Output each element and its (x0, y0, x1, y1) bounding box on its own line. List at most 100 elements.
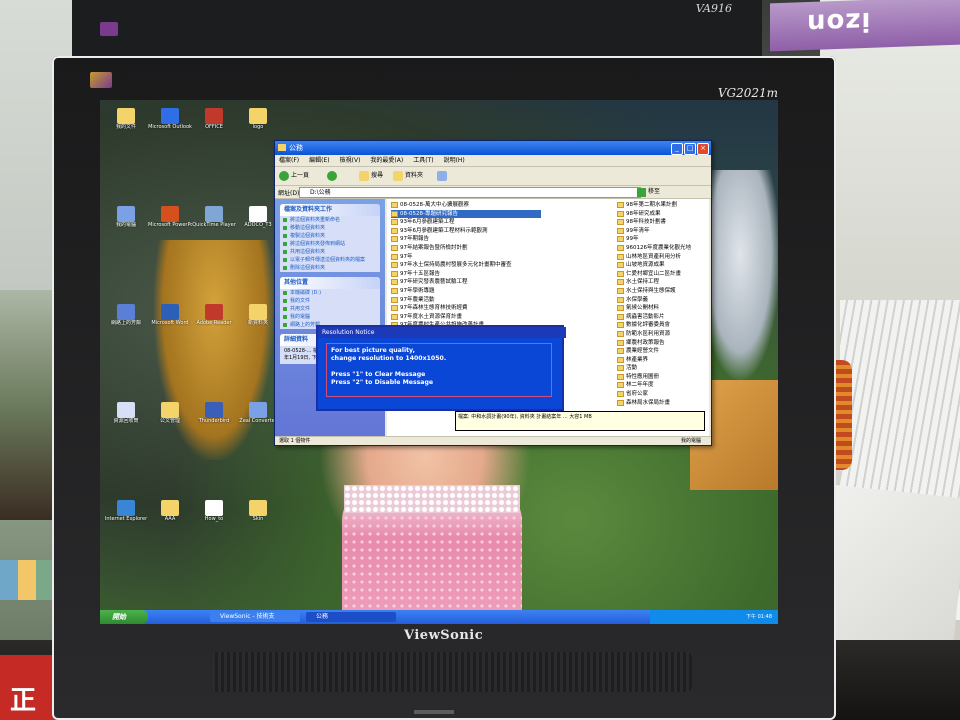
folder-item[interactable]: 水保學義 (617, 296, 709, 305)
folder-item[interactable]: 省府公家 (617, 390, 709, 399)
folder-item[interactable]: 93年6月參觀建築工程材料示範觀測 (391, 227, 541, 236)
explorer-titlebar[interactable]: 公務 _ □ × (275, 141, 711, 155)
folder-item[interactable]: 97年森林生態育林技術經費 (391, 304, 541, 313)
desktop-icon[interactable]: 我的電腦 (104, 206, 148, 228)
folder-item[interactable]: 99年清年 (617, 227, 709, 236)
desktop-icon-label: AAA (164, 516, 176, 522)
folder-item[interactable]: 08-0528-專題研究報告 (391, 209, 541, 219)
file-task-link[interactable]: 以電子郵件傳送這個資料夾的檔案 (280, 256, 380, 264)
desktop-icon[interactable]: Adobe Reader (192, 304, 236, 326)
file-task-link[interactable]: 將這個資料夾重新命名 (280, 216, 380, 224)
maximize-button[interactable]: □ (684, 143, 696, 155)
folder-item[interactable]: 97年研究發表農藝試驗工程 (391, 278, 541, 287)
start-button[interactable]: 開始 (100, 610, 148, 624)
back-monitor: VA916 (72, 0, 762, 60)
minimize-button[interactable]: _ (671, 143, 683, 155)
tooltip: 檔案: 中和水調計畫(90年), 資料夾 計畫結案年 ... 大容1 MB (455, 411, 705, 431)
folder-item[interactable]: 農業經營文件 (617, 347, 709, 356)
go-button[interactable]: 移至 (637, 187, 660, 197)
close-button[interactable]: × (697, 143, 709, 155)
folder-item[interactable]: 97年農業活動 (391, 296, 541, 305)
taskbar-item-viewsonic[interactable]: ViewSonic - 技術支 (210, 612, 300, 622)
desktop-icon[interactable]: QuickTime Player (192, 206, 236, 228)
views-button[interactable] (437, 171, 447, 181)
desktop-icon[interactable]: Microsoft Word (148, 304, 192, 326)
desktop-icon[interactable]: OFFICE (192, 108, 236, 130)
desktop-icon[interactable]: Microsoft PowerPoint (148, 206, 192, 228)
folder-item[interactable]: 山林地區資產利用分析 (617, 253, 709, 262)
desktop-icon[interactable]: 我的文件 (104, 108, 148, 130)
clock[interactable]: 下午 01:48 (746, 614, 772, 620)
desktop-icon-label: 我的電腦 (115, 222, 136, 228)
folder-item[interactable]: 數據化評審委員會 (617, 321, 709, 330)
folder-item[interactable]: 97年十五區報告 (391, 270, 541, 279)
folder-item[interactable]: 林二年年度 (617, 381, 709, 390)
folder-item[interactable]: 仁愛村鄉宜山二區計畫 (617, 270, 709, 279)
folder-item[interactable]: 97年水土保持局農村發展多元化計畫期中審查 (391, 261, 541, 270)
menu-favorites[interactable]: 我的最愛(A) (370, 155, 403, 166)
folders-icon (393, 171, 403, 181)
folder-item[interactable]: 98年第二期水果計劃 (617, 201, 709, 210)
file-tasks-title[interactable]: 檔案及資料夾工作 (280, 204, 380, 216)
folder-item[interactable]: 防範水區利用資源 (617, 330, 709, 339)
folder-item[interactable]: 特性應用圖冊 (617, 373, 709, 382)
folder-item[interactable]: 活動 (617, 364, 709, 373)
folder-item[interactable]: 氣候公開材料 (617, 304, 709, 313)
desktop-icon[interactable]: Skin (236, 500, 280, 522)
desktop-icon[interactable]: How_to (192, 500, 236, 522)
folder-item[interactable]: 水土保持工程 (617, 278, 709, 287)
desktop-icon[interactable]: 資源回收筒 (104, 402, 148, 424)
address-input[interactable]: D:\公務 (299, 187, 641, 198)
menu-view[interactable]: 檢視(V) (340, 155, 361, 166)
folder-item[interactable]: 98年研究成果 (617, 210, 709, 219)
other-place-link[interactable]: 共用文件 (280, 305, 380, 313)
folder-item[interactable]: 森林局水保局計畫 (617, 399, 709, 408)
go-label: 移至 (648, 188, 661, 195)
folder-item[interactable]: 病蟲害活動影片 (617, 313, 709, 322)
back-monitor-logo (100, 22, 118, 36)
menu-help[interactable]: 說明(H) (444, 155, 465, 166)
status-left: 選取 1 個物件 (279, 438, 311, 444)
file-task-link[interactable]: 刪除這個資料夾 (280, 264, 380, 272)
menu-edit[interactable]: 編輯(E) (309, 155, 329, 166)
search-button[interactable]: 搜尋 (359, 171, 383, 181)
folder-item[interactable]: 93年6月參觀建築工程 (391, 218, 541, 227)
folder-item[interactable]: 97年結案報告暨所檢討計劃 (391, 244, 541, 253)
other-place-link[interactable]: 本機磁碟 (D:) (280, 289, 380, 297)
folder-item[interactable]: 水土保持與生態保護 (617, 287, 709, 296)
screen: 我的文件 我的電腦 網路上的芳鄰 資源回收筒 Internet Explorer Micr… (100, 100, 778, 624)
other-place-link[interactable]: 我的文件 (280, 297, 380, 305)
other-place-link[interactable]: 我的電腦 (280, 313, 380, 321)
taskbar-item-explorer[interactable]: 公務 (306, 612, 396, 622)
file-task-link[interactable]: 複製這個資料夾 (280, 232, 380, 240)
forward-button[interactable] (327, 171, 337, 181)
desktop-icon[interactable]: Internet Explorer (104, 500, 148, 522)
folder-item[interactable]: 山坡地資源成果 (617, 261, 709, 270)
desktop-icon[interactable]: Microsoft Outlook (148, 108, 192, 130)
desktop-icon[interactable]: AAA (148, 500, 192, 522)
menu-tools[interactable]: 工具(T) (413, 155, 433, 166)
desktop-icon[interactable]: Thunderbird (192, 402, 236, 424)
back-button[interactable]: 上一頁 (279, 171, 309, 181)
folder-item[interactable]: 99年 (617, 235, 709, 244)
desktop-icon[interactable]: 網路上的芳鄰 (104, 304, 148, 326)
file-task-link[interactable]: 共用這個資料夾 (280, 248, 380, 256)
folder-item[interactable]: 林產業界 (617, 356, 709, 365)
folder-item[interactable]: 960126年度農業化觀光地 (617, 244, 709, 253)
folder-item[interactable]: 97年學術專題 (391, 287, 541, 296)
folder-item[interactable]: 97年度水土資源保育計畫 (391, 313, 541, 322)
power-button[interactable] (414, 710, 454, 714)
folder-item[interactable]: 08-0528-萬大中心擴展觀察 (391, 201, 541, 210)
file-task-link[interactable]: 將這個資料夾發佈到網站 (280, 240, 380, 248)
folder-item[interactable]: 鄉農村政策報告 (617, 339, 709, 348)
folder-item[interactable]: 97年期報告 (391, 235, 541, 244)
desktop-icon[interactable]: 公文管理 (148, 402, 192, 424)
file-task-link[interactable]: 移動這個資料夾 (280, 224, 380, 232)
folder-item[interactable]: 97年 (391, 253, 541, 262)
menu-file[interactable]: 檔案(F) (279, 155, 299, 166)
folder-item[interactable]: 98年科技計劃書 (617, 218, 709, 227)
desktop-icon[interactable]: logo (236, 108, 280, 130)
folders-button[interactable]: 資料夾 (393, 171, 423, 181)
osd-title: Resolution Notice (318, 327, 566, 338)
other-places-title[interactable]: 其他位置 (280, 277, 380, 289)
